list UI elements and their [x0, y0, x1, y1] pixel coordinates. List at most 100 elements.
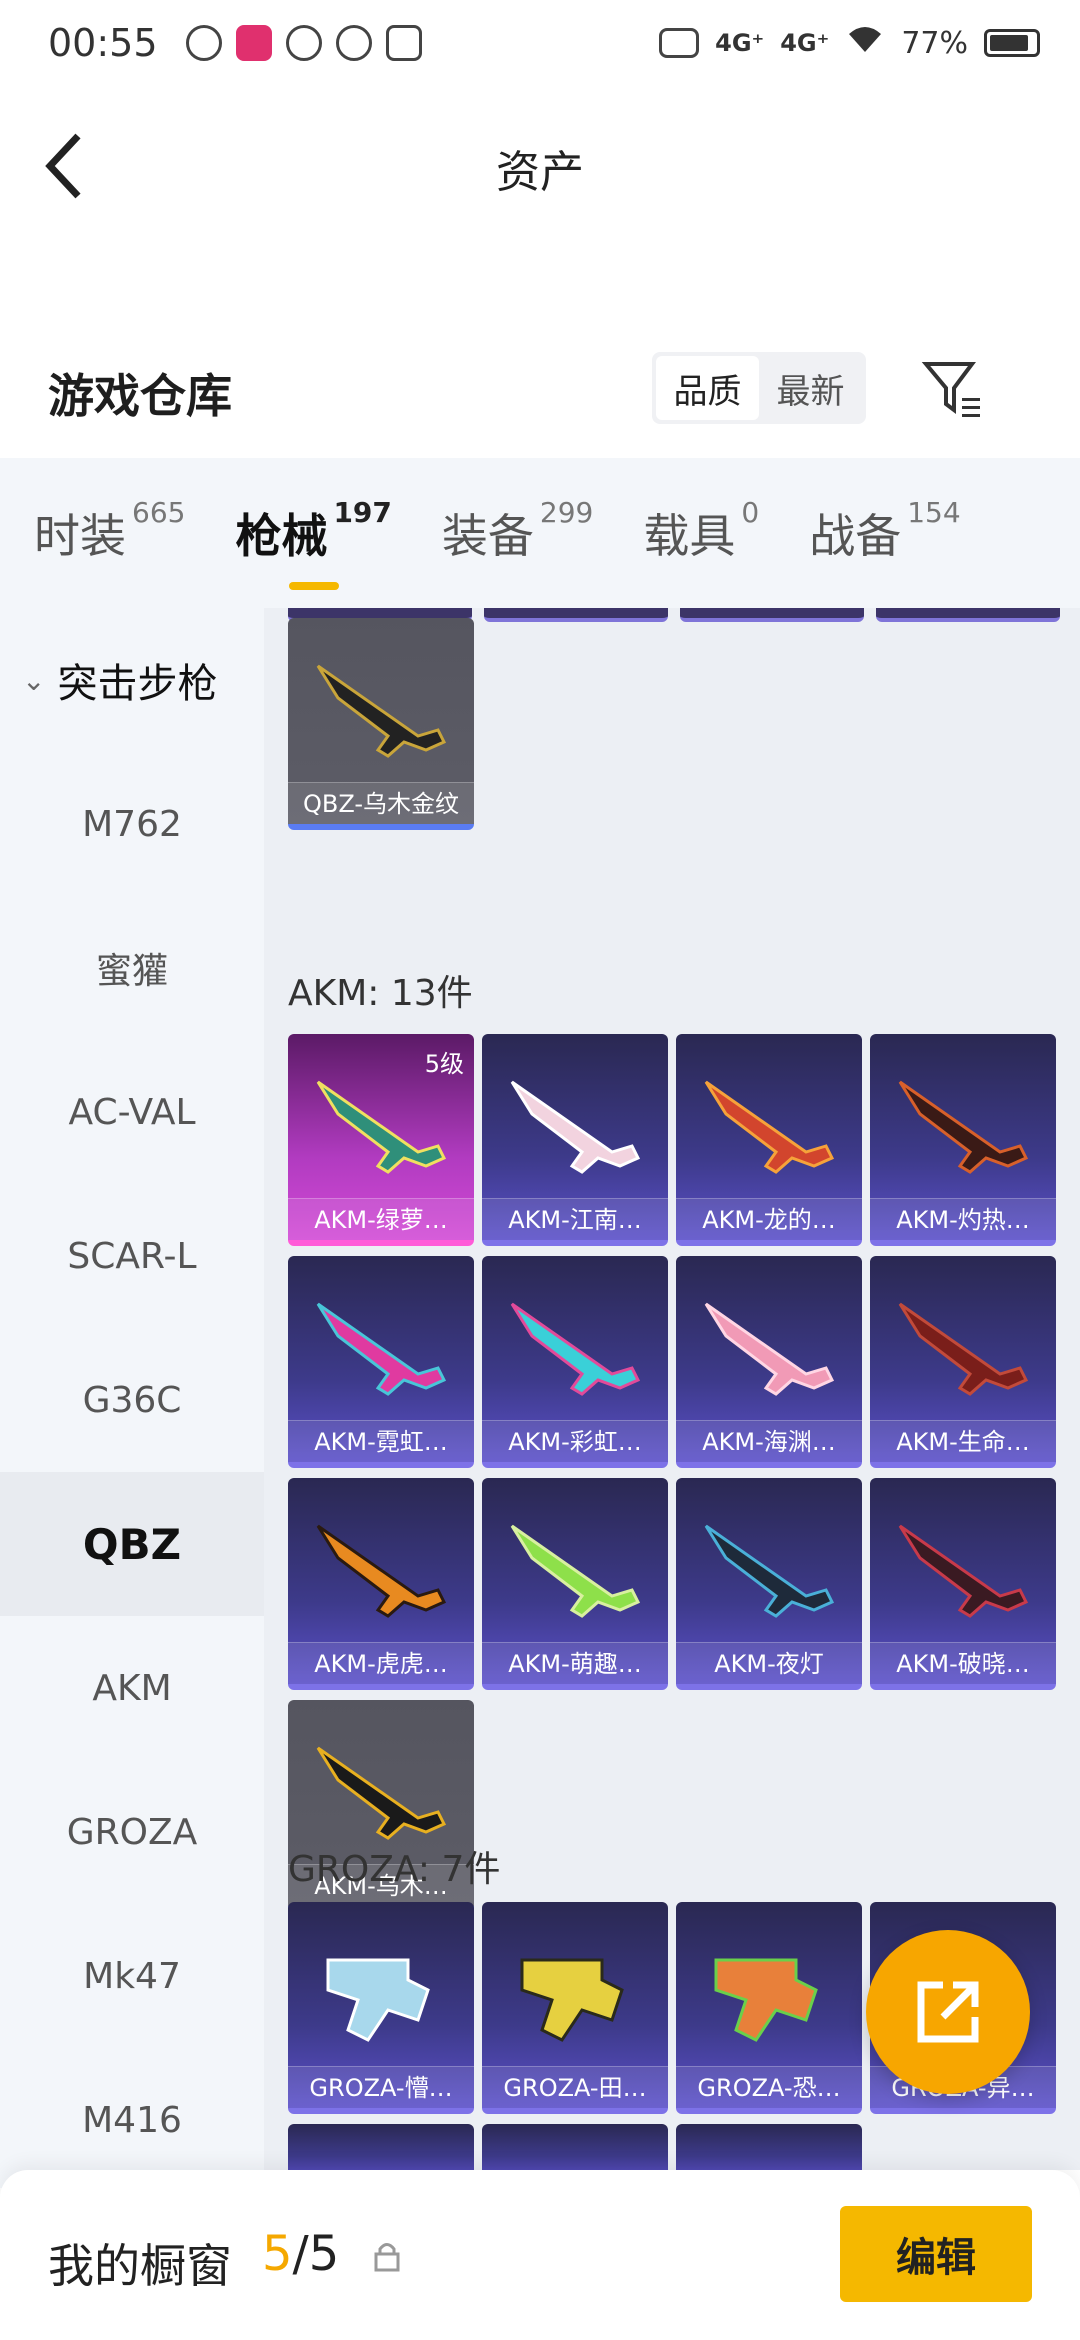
- tab-weapons[interactable]: 枪械 197: [235, 496, 392, 590]
- akm-grid: 5级 AKM-绿萝… AKM-江南… AKM-龙的… AKM-灼热… AKM-霓…: [288, 1034, 1056, 1912]
- status-time: 00:55: [48, 21, 158, 65]
- rifle-icon: [510, 1524, 641, 1618]
- skin-name: GROZA-恐…: [676, 2066, 862, 2108]
- sidebar-item-ac-val[interactable]: AC-VAL: [0, 1040, 264, 1184]
- sidebar-item-akm[interactable]: AKM: [0, 1616, 264, 1760]
- tab-label: 时装: [34, 509, 126, 563]
- tab-vehicles[interactable]: 载具 0: [643, 496, 759, 566]
- wifi-icon: [845, 24, 885, 62]
- wechat-icon: [185, 25, 222, 61]
- page-title: 资产: [496, 147, 584, 198]
- sort-quality-button[interactable]: 品质: [656, 356, 759, 420]
- hd-icon: [659, 28, 700, 58]
- tab-count: 299: [539, 496, 594, 529]
- skin-card[interactable]: AKM-破晓…: [870, 1478, 1056, 1690]
- tab-count: 665: [132, 496, 186, 529]
- rifle-icon: [714, 1958, 818, 2042]
- battery-icon: [984, 29, 1040, 57]
- skin-name: AKM-彩虹…: [482, 1420, 668, 1462]
- skin-name: AKM-萌趣…: [482, 1642, 668, 1684]
- tab-label: 战备: [809, 509, 902, 563]
- skin-name: AKM-灼热…: [870, 1198, 1056, 1240]
- skin-card[interactable]: AKM-萌趣…: [482, 1478, 668, 1690]
- rifle-icon: [704, 1302, 835, 1396]
- skin-card[interactable]: [676, 2124, 862, 2170]
- chevron-down-icon: ⌄: [22, 663, 46, 697]
- showcase-total: /5: [292, 2226, 340, 2282]
- tab-count: 197: [333, 496, 392, 529]
- skin-card[interactable]: AKM-彩虹…: [482, 1256, 668, 1468]
- skin-name: AKM-夜灯: [676, 1642, 862, 1684]
- rifle-icon: [520, 1958, 624, 2042]
- sidebar-item-scar-l[interactable]: SCAR-L: [0, 1184, 264, 1328]
- sidebar-item-honey-badger[interactable]: 蜜獾: [0, 896, 264, 1040]
- rifle-icon: [316, 1302, 447, 1396]
- tab-count: 0: [741, 496, 760, 529]
- skin-card[interactable]: AKM-海渊…: [676, 1256, 862, 1468]
- skin-card[interactable]: AKM-生命…: [870, 1256, 1056, 1468]
- groza-section-title: GROZA: 7件: [288, 1849, 501, 1890]
- category-tabs: 时装 665 枪械 197 装备 299 载具 0 战备 154: [0, 458, 1080, 608]
- share-button[interactable]: [866, 1930, 1030, 2094]
- skin-card[interactable]: AKM-夜灯: [676, 1478, 862, 1690]
- sort-newest-button[interactable]: 最新: [759, 356, 862, 420]
- sidebar-item-g36c[interactable]: G36C: [0, 1328, 264, 1472]
- rifle-icon: [898, 1524, 1029, 1618]
- tab-label: 装备: [441, 509, 534, 563]
- skin-name: AKM-海渊…: [676, 1420, 862, 1462]
- sidebar-item-mk47[interactable]: Mk47: [0, 1904, 264, 2048]
- notification-icons: [185, 25, 422, 61]
- rifle-icon: [326, 1958, 430, 2042]
- speed-icon: [285, 25, 322, 61]
- skin-card[interactable]: AKM-龙的…: [676, 1034, 862, 1246]
- showcase-count: 5/5: [262, 2226, 339, 2282]
- tab-equipment[interactable]: 装备 299: [441, 496, 593, 566]
- battery-percent: 77%: [901, 25, 968, 61]
- skin-card[interactable]: 5级 AKM-绿萝…: [288, 1034, 474, 1246]
- sidebar-item-qbz[interactable]: QBZ: [0, 1472, 264, 1616]
- rifle-icon: [316, 1080, 447, 1174]
- sync-icon: [335, 25, 372, 61]
- skin-card[interactable]: [288, 2124, 474, 2170]
- warehouse-title: 游戏仓库: [48, 369, 232, 423]
- rifle-icon: [510, 1080, 641, 1174]
- rifle-icon: [316, 1746, 447, 1840]
- skin-card[interactable]: QBZ-乌木金纹: [288, 618, 474, 830]
- skin-name: AKM-江南…: [482, 1198, 668, 1240]
- skin-name: AKM-霓虹…: [288, 1420, 474, 1462]
- skin-name: GROZA-田…: [482, 2066, 668, 2108]
- skin-card[interactable]: AKM-江南…: [482, 1034, 668, 1246]
- edit-button[interactable]: 编辑: [840, 2206, 1032, 2302]
- sidebar-group-label: 突击步枪: [57, 661, 218, 707]
- skin-name: AKM-绿萝…: [288, 1198, 474, 1240]
- skin-card[interactable]: AKM-虎虎…: [288, 1478, 474, 1690]
- showcase-title: 我的橱窗: [48, 2239, 232, 2293]
- rifle-icon: [898, 1080, 1029, 1174]
- skin-card[interactable]: AKM-灼热…: [870, 1034, 1056, 1246]
- tab-label: 枪械: [235, 509, 328, 563]
- skin-name: AKM-虎虎…: [288, 1642, 474, 1684]
- app-header: 资产: [0, 86, 1080, 246]
- tab-count: 154: [907, 496, 961, 529]
- rifle-icon: [704, 1524, 835, 1618]
- skin-card[interactable]: AKM-霓虹…: [288, 1256, 474, 1468]
- sidebar-item-m416[interactable]: M416: [0, 2048, 264, 2188]
- share-icon: [917, 1981, 979, 2043]
- skin-card[interactable]: [482, 2124, 668, 2170]
- showcase-used: 5: [262, 2226, 293, 2282]
- tab-gear[interactable]: 战备 154: [809, 496, 960, 566]
- qbz-grid: QBZ-乌木金纹: [288, 618, 1056, 830]
- lock-icon: [374, 2243, 400, 2272]
- filter-button[interactable]: [920, 356, 986, 422]
- sidebar-group-assault-rifles[interactable]: ⌄ 突击步枪: [0, 608, 264, 752]
- akm-section-title: AKM: 13件: [288, 973, 473, 1014]
- rifle-icon: [316, 1524, 447, 1618]
- sidebar-item-groza[interactable]: GROZA: [0, 1760, 264, 1904]
- tab-fashion[interactable]: 时装 665: [34, 496, 185, 566]
- sidebar-item-m762[interactable]: M762: [0, 752, 264, 896]
- signal-1-icon: 4G⁺: [715, 29, 765, 57]
- skin-card[interactable]: GROZA-恐…: [676, 1902, 862, 2114]
- showcase-bar: 我的橱窗 5/5 编辑: [0, 2170, 1080, 2340]
- skin-card[interactable]: GROZA-懵…: [288, 1902, 474, 2114]
- skin-card[interactable]: GROZA-田…: [482, 1902, 668, 2114]
